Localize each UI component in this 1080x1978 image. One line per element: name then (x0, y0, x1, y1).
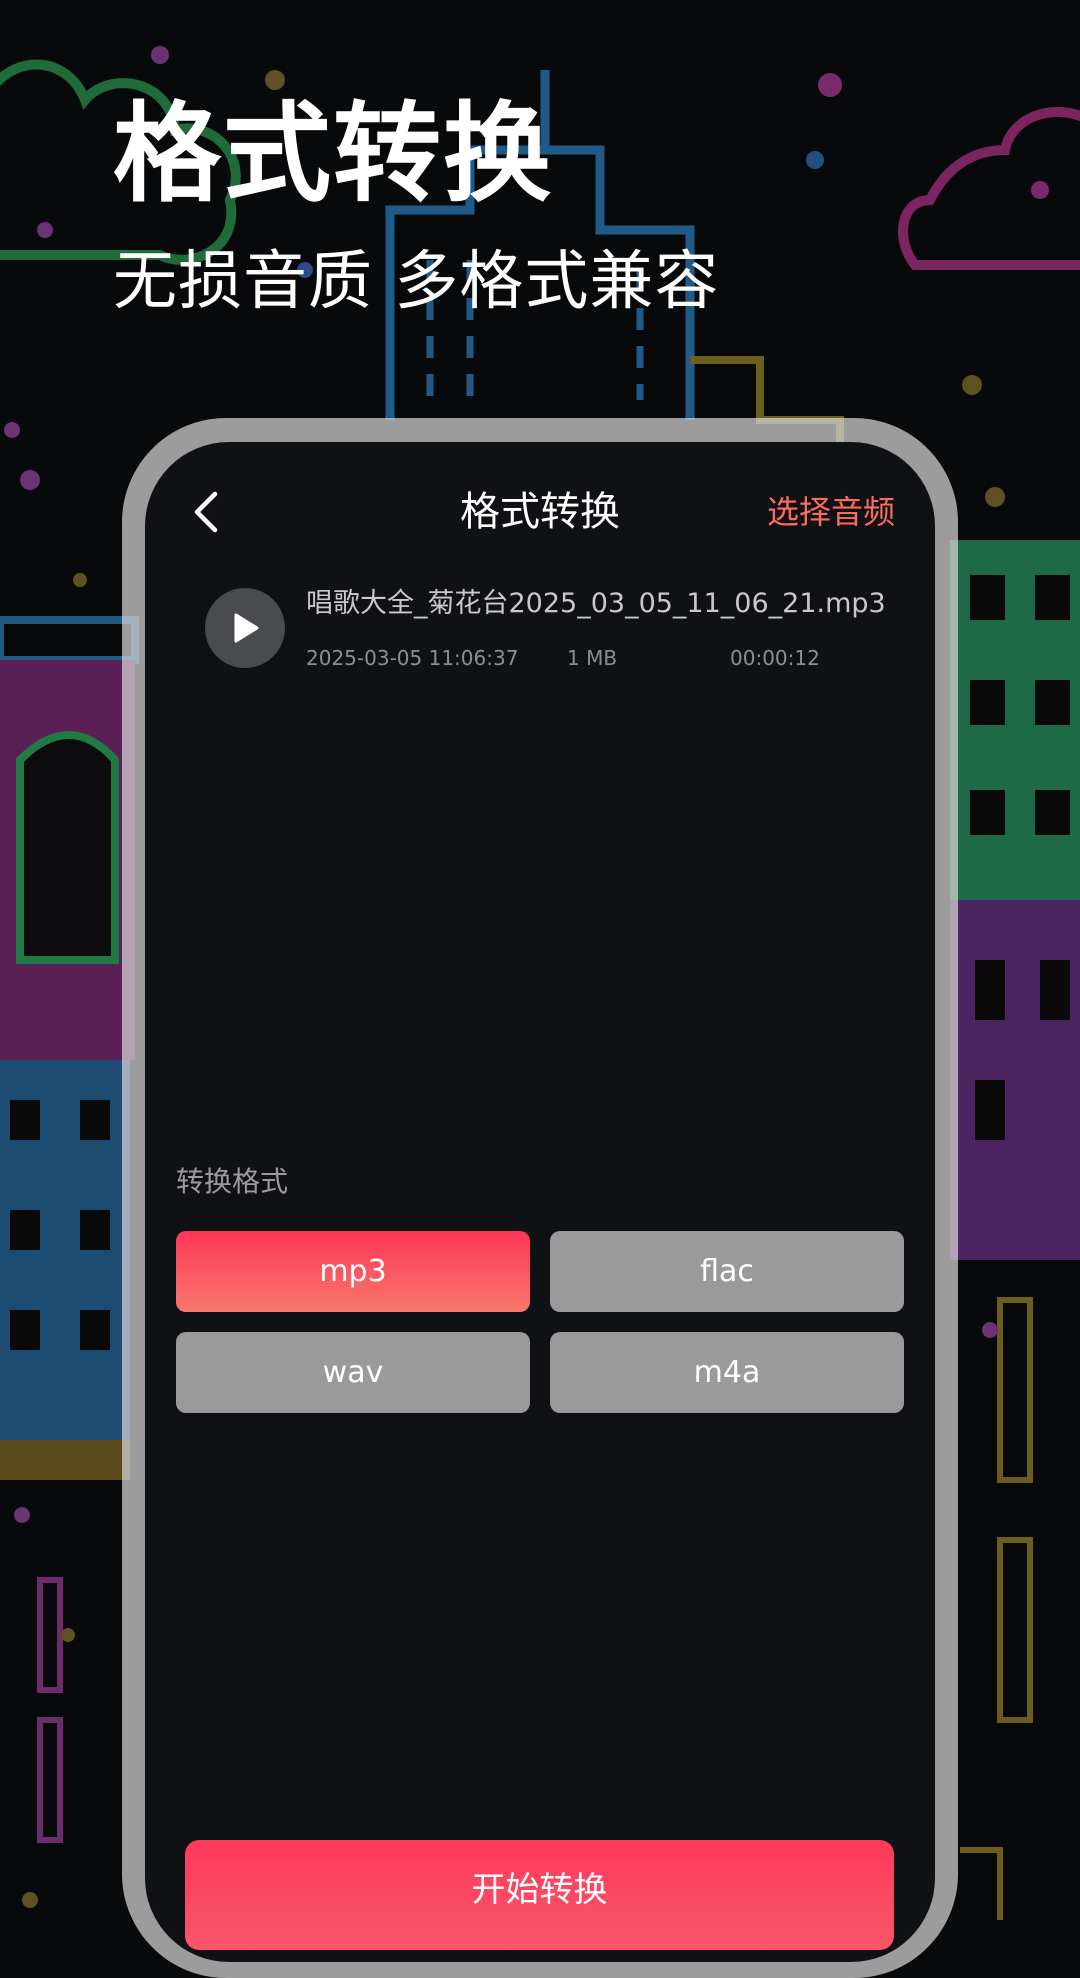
format-section-label: 转换格式 (176, 1165, 289, 1198)
top-nav-bar: 格式转换 选择音频 (145, 462, 935, 562)
hero-subline: 无损音质 多格式兼容 (113, 245, 720, 319)
play-button[interactable] (205, 588, 285, 668)
format-option-m4a[interactable]: m4a (550, 1332, 904, 1413)
format-option-mp3[interactable]: mp3 (176, 1231, 530, 1312)
file-date: 2025-03-05 11:06:37 (306, 646, 519, 670)
play-icon (234, 613, 259, 643)
phone-screen: 格式转换 选择音频 唱歌大全_菊花台2025_03_05_11_06_21.mp… (145, 442, 935, 1962)
format-option-flac[interactable]: flac (550, 1231, 904, 1312)
audio-file-item: 唱歌大全_菊花台2025_03_05_11_06_21.mp3 2025-03-… (205, 582, 905, 692)
select-audio-button[interactable]: 选择音频 (767, 488, 895, 536)
file-name: 唱歌大全_菊花台2025_03_05_11_06_21.mp3 (306, 588, 886, 619)
file-duration: 00:00:12 (730, 646, 820, 670)
format-option-wav[interactable]: wav (176, 1332, 530, 1413)
start-convert-button[interactable]: 开始转换 (185, 1840, 894, 1950)
file-size: 1 MB (567, 646, 618, 670)
hero-headline: 格式转换 (113, 92, 554, 217)
